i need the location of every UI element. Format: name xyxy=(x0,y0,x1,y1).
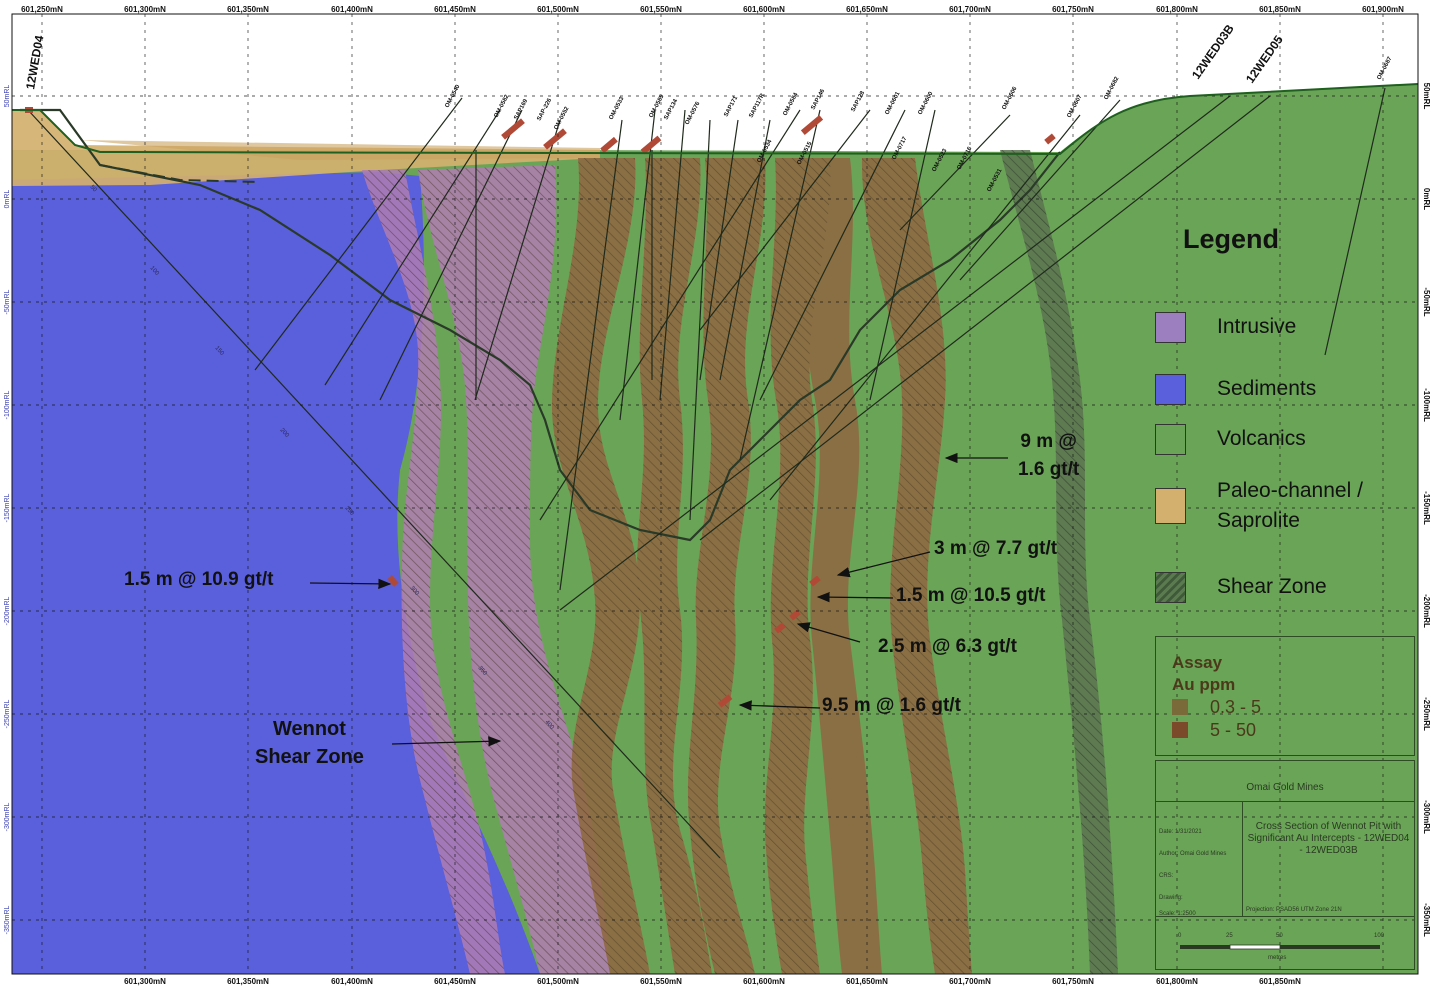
rl-label-right: -300mRL xyxy=(1422,800,1431,834)
rl-label-right: -50mRL xyxy=(1422,287,1431,316)
rl-label-left: 50mRL xyxy=(4,85,11,108)
assay-swatch-high xyxy=(1172,722,1188,738)
rl-label-left: -200mRL xyxy=(4,597,11,626)
rl-label-right: 0mRL xyxy=(1422,188,1431,210)
assay-title-line1: Assay xyxy=(1172,653,1223,672)
wennot-shear-zone-label: Wennot Shear Zone xyxy=(255,715,364,771)
intercept-label-9m: 9 m @ 1.6 gt/t xyxy=(1018,428,1079,484)
northing-label-top: 601,700mN xyxy=(949,5,991,14)
rl-label-left: 0mRL xyxy=(4,190,11,209)
northing-label-top: 601,750mN xyxy=(1052,5,1094,14)
rl-label-left: -250mRL xyxy=(4,700,11,729)
northing-label-bottom: 601,300mN xyxy=(124,977,166,986)
assay-label-low: 0.3 - 5 xyxy=(1210,697,1262,717)
legend-label-intrusive: Intrusive xyxy=(1217,315,1297,338)
northing-label-bottom: 601,400mN xyxy=(331,977,373,986)
northing-label-top: 601,800mN xyxy=(1156,5,1198,14)
rl-label-left: -150mRL xyxy=(4,494,11,523)
intercept-label-line1: 9 m @ xyxy=(1020,431,1077,452)
intercept-label-2-5m: 2.5 m @ 6.3 gt/t xyxy=(878,636,1017,657)
northing-label-bottom: 601,550mN xyxy=(640,977,682,986)
rl-label-right: -250mRL xyxy=(1422,697,1431,731)
northing-label-bottom: 601,600mN xyxy=(743,977,785,986)
shear-zone-swatch xyxy=(1155,572,1186,603)
northing-label-bottom: 601,650mN xyxy=(846,977,888,986)
legend-label-paleo-line1: Paleo-channel / xyxy=(1217,479,1363,502)
cross-section-figure: 601,250mN 601,300mN 601,350mN 601,400mN 601,… xyxy=(0,0,1433,990)
meta-date: Date: 1/31/2021 xyxy=(1159,829,1202,835)
rl-label-left: -300mRL xyxy=(4,803,11,832)
legend-title: Legend xyxy=(1183,224,1280,254)
scale-tick-50: 50 xyxy=(1276,933,1283,939)
volcanics-swatch xyxy=(1155,424,1186,455)
scale-unit: metres xyxy=(1268,955,1287,961)
northing-label-top: 601,500mN xyxy=(537,5,579,14)
legend-label-sediments: Sediments xyxy=(1217,377,1317,400)
northing-label-bottom: 601,800mN xyxy=(1156,977,1198,986)
northing-label-top: 601,250mN xyxy=(21,5,63,14)
scale-bar: 0 25 50 100 metres xyxy=(1178,933,1384,967)
intercept-label-1-5m-a: 1.5 m @ 10.5 gt/t xyxy=(896,585,1046,606)
northing-label-top: 601,450mN xyxy=(434,5,476,14)
scale-tick-100: 100 xyxy=(1374,933,1385,939)
meta-crs: CRS: xyxy=(1159,873,1174,879)
rl-label-left: -350mRL xyxy=(4,906,11,935)
scale-tick-0: 0 xyxy=(1178,933,1182,939)
company-name: Omai Gold Mines xyxy=(1156,761,1414,802)
assay-label-high: 5 - 50 xyxy=(1210,720,1257,740)
wennot-label-line2: Shear Zone xyxy=(255,746,364,768)
assay-swatch-low xyxy=(1172,699,1188,715)
intercept-label-line2: 1.6 gt/t xyxy=(1018,459,1080,480)
northing-label-top: 601,650mN xyxy=(846,5,888,14)
rl-label-right: -350mRL xyxy=(1422,903,1431,937)
northing-label-bottom: 601,350mN xyxy=(227,977,269,986)
legend-label-volcanics: Volcanics xyxy=(1217,427,1306,450)
paleo-channel-swatch xyxy=(1155,488,1186,524)
northing-label-top: 601,550mN xyxy=(640,5,682,14)
title-block-meta: Date: 1/31/2021 Author: Omai Gold Mines … xyxy=(1156,801,1243,917)
sediments-swatch xyxy=(1155,374,1186,405)
northing-label-bottom: 601,700mN xyxy=(949,977,991,986)
wennot-label-line1: Wennot xyxy=(272,718,346,740)
section-description: Cross Section of Wennot Pit with Signifi… xyxy=(1247,821,1410,856)
intercept-label-9-5m: 9.5 m @ 1.6 gt/t xyxy=(822,695,961,716)
meta-drawing: Drawing: xyxy=(1159,895,1183,901)
rl-label-right: -200mRL xyxy=(1422,594,1431,628)
northing-label-top: 601,600mN xyxy=(743,5,785,14)
rl-label-left: -50mRL xyxy=(4,289,11,314)
assay-title-line2: Au ppm xyxy=(1172,675,1236,694)
intercept-label-1-5m-b: 1.5 m @ 10.9 gt/t xyxy=(124,569,274,590)
northing-label-bottom: 601,500mN xyxy=(537,977,579,986)
northing-label-bottom: 601,850mN xyxy=(1259,977,1301,986)
northing-label-bottom: 601,750mN xyxy=(1052,977,1094,986)
intercept-label-3m: 3 m @ 7.7 gt/t xyxy=(934,538,1058,559)
rl-label-right: -150mRL xyxy=(1422,491,1431,525)
rl-label-right: 50mRL xyxy=(1422,83,1431,110)
title-block: Omai Gold Mines Date: 1/31/2021 Author: … xyxy=(1155,760,1415,970)
northing-label-bottom: 601,450mN xyxy=(434,977,476,986)
legend-label-paleo-line2: Saprolite xyxy=(1217,509,1300,532)
legend-label-shear-zone: Shear Zone xyxy=(1217,575,1327,598)
rl-label-left: -100mRL xyxy=(4,391,11,420)
meta-author: Author: Omai Gold Mines xyxy=(1159,851,1227,857)
projection: Projection: PSAD56 UTM Zone 21N xyxy=(1246,907,1342,913)
title-block-divider xyxy=(1156,916,1414,917)
northing-label-top: 601,400mN xyxy=(331,5,373,14)
northing-label-top: 601,900mN xyxy=(1362,5,1404,14)
northing-label-top: 601,350mN xyxy=(227,5,269,14)
assay-legend: Assay Au ppm 0.3 - 5 5 - 50 xyxy=(1155,636,1415,756)
rl-label-right: -100mRL xyxy=(1422,388,1431,422)
northing-label-top: 601,850mN xyxy=(1259,5,1301,14)
scale-tick-25: 25 xyxy=(1226,933,1233,939)
intrusive-swatch xyxy=(1155,312,1186,343)
northing-label-top: 601,300mN xyxy=(124,5,166,14)
